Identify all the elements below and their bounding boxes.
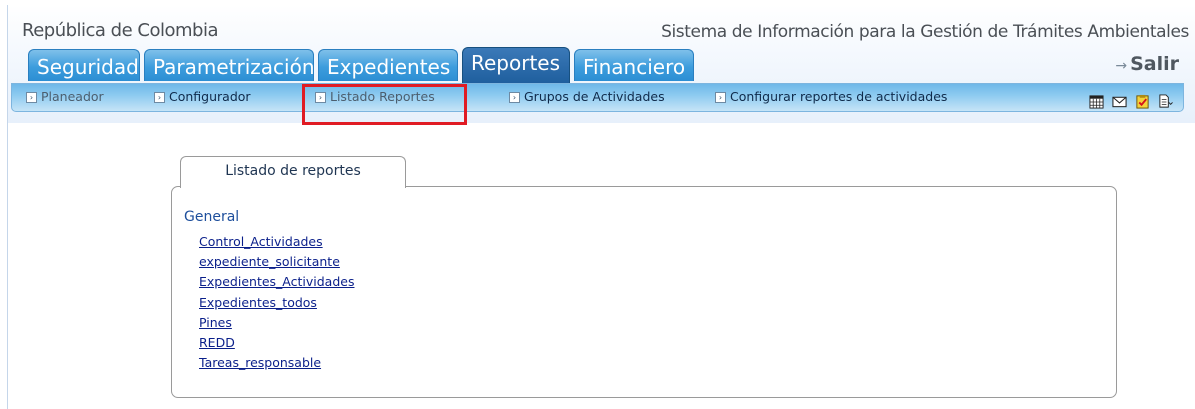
tab-expedientes[interactable]: Expedientes [318,49,458,81]
group-title: General [184,209,240,225]
task-icon[interactable] [1135,94,1150,109]
arrow-icon: › [154,92,165,103]
panel-tab-label: Listado de reportes [225,163,361,179]
tab-reportes[interactable]: Reportes [462,47,570,83]
sub-navigation: › Planeador › Configurador › Listado Report… [11,83,1184,112]
arrow-icon: → [1115,58,1128,74]
toolbar-icons [1086,91,1173,109]
list-item: Expedientes_Actividades [199,271,354,291]
report-link-tareas-responsable[interactable]: Tareas_responsable [199,355,321,370]
subnav-configurador[interactable]: › Configurador [154,89,251,104]
tab-parametrizacion[interactable]: Parametrización [144,49,315,81]
salir-button[interactable]: → Salir [1115,53,1179,75]
arrow-icon: › [509,92,520,103]
system-title: Sistema de Información para la Gestión d… [661,22,1189,42]
list-item: Pines [199,312,354,332]
document-icon[interactable] [1158,94,1173,109]
report-link-expedientes-todos[interactable]: Expedientes_todos [199,295,317,310]
report-link-control-actividades[interactable]: Control_Actividades [199,234,323,249]
list-item: Control_Actividades [199,231,354,251]
mail-icon[interactable] [1112,94,1127,109]
list-item: Expedientes_todos [199,292,354,312]
calendar-icon[interactable] [1089,94,1104,109]
subnav-configurar-reportes[interactable]: › Configurar reportes de actividades [715,89,947,104]
subnav-grupos-actividades[interactable]: › Grupos de Actividades [509,89,665,104]
report-link-redd[interactable]: REDD [199,335,235,350]
panel-tab: Listado de reportes [180,156,406,188]
subnav-label: Configurar reportes de actividades [730,89,948,104]
tab-financiero[interactable]: Financiero [574,49,694,81]
subnav-label: Grupos de Actividades [524,89,665,104]
tab-seguridad[interactable]: Seguridad [28,49,140,81]
subnav-label: Planeador [41,89,104,104]
subnav-label: Configurador [169,89,251,104]
report-link-pines[interactable]: Pines [199,315,232,330]
highlight-box [302,84,467,125]
gov-title: República de Colombia [22,20,219,41]
subnav-planeador[interactable]: › Planeador [26,89,104,104]
arrow-icon: › [26,92,37,103]
report-list: Control_Actividades expediente_solicitan… [199,231,354,372]
salir-label: Salir [1130,53,1179,75]
arrow-icon: › [715,92,726,103]
report-link-expediente-solicitante[interactable]: expediente_solicitante [199,254,340,269]
list-item: REDD [199,332,354,352]
report-link-expedientes-actividades[interactable]: Expedientes_Actividades [199,274,354,289]
list-item: expediente_solicitante [199,251,354,271]
list-item: Tareas_responsable [199,352,354,372]
